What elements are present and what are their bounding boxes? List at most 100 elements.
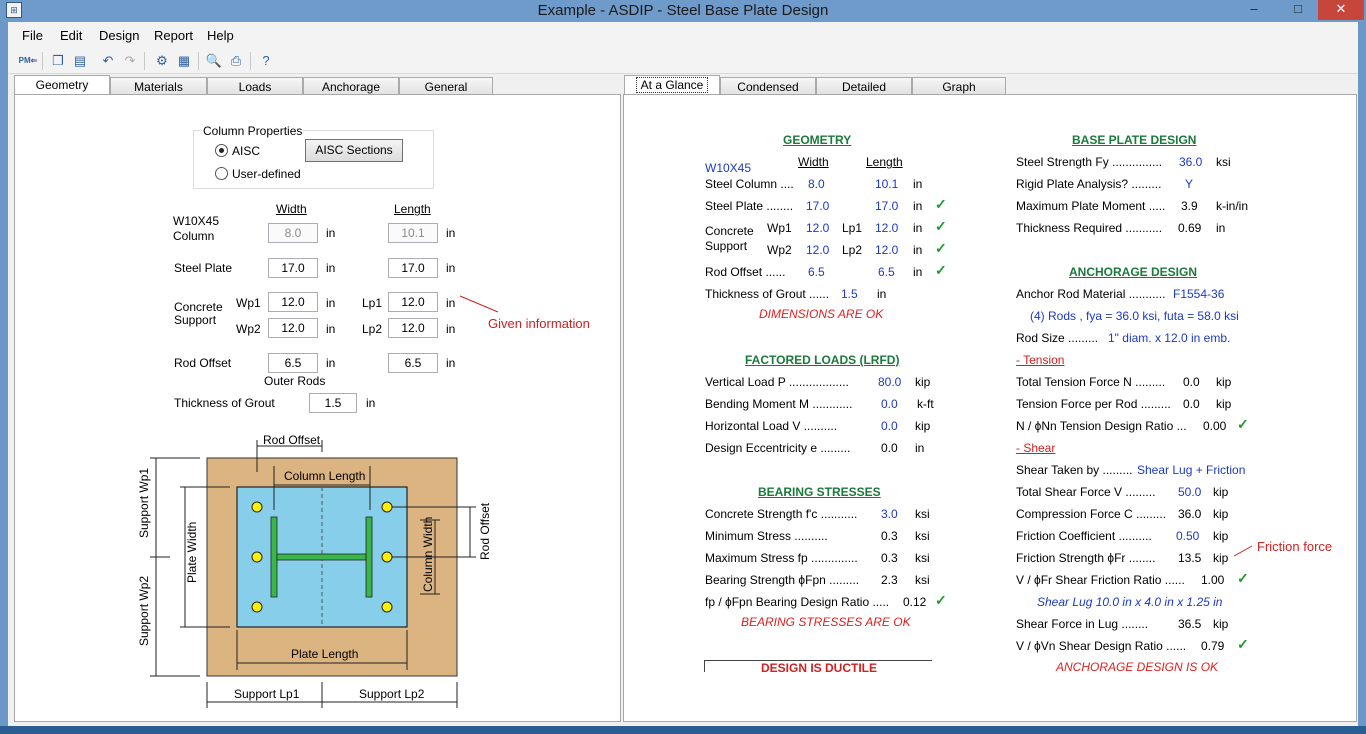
plate-width-field[interactable]: 17.0 [268, 258, 318, 278]
unit-label: in [877, 287, 887, 301]
tab-geometry-label: Geometry [35, 78, 89, 92]
minimize-button[interactable]: – [1232, 0, 1276, 20]
drawing-rod-offset-top: Rod Offset [263, 433, 321, 447]
tension-row-value: 0.0 [1183, 397, 1200, 411]
shear-row-label: Total Shear Force V ......... [1016, 485, 1156, 499]
lp1-label: Lp1 [362, 296, 383, 310]
print-icon[interactable]: ⎙ [226, 51, 246, 71]
load-row-unit: in [915, 441, 925, 455]
tension-ratio-value: 0.00 [1203, 419, 1227, 433]
anchor-material-label: Anchor Rod Material ........... [1016, 287, 1166, 301]
tension-ratio-label: N / ϕNn Tension Design Ratio ... [1016, 419, 1187, 433]
unit-label: in [913, 265, 923, 279]
shear-row-value: 50.0 [1178, 485, 1202, 499]
load-row-value: 0.0 [881, 397, 898, 411]
bearing-row-unit: ksi [915, 529, 930, 543]
menu-edit[interactable]: Edit [60, 28, 82, 43]
paste-icon[interactable]: ▤ [70, 51, 90, 71]
load-row-label: Bending Moment M ............ [705, 397, 853, 411]
friction-ratio-label: V / ϕFr Shear Friction Ratio ...... [1016, 573, 1185, 587]
anchorage-design-heading: ANCHORAGE DESIGN [1069, 265, 1198, 279]
section-name: W10X45 [173, 214, 220, 228]
wp2-value: 12.0 [806, 243, 830, 257]
aisc-radio[interactable] [215, 144, 228, 157]
wp1-field[interactable]: 12.0 [268, 292, 318, 312]
help-icon[interactable]: ? [256, 51, 276, 71]
drawing-plate-width: Plate Width [185, 522, 199, 583]
plate-width-value: 17.0 [806, 199, 830, 213]
rod-offset-width-field[interactable]: 6.5 [268, 353, 318, 373]
unit-label: in [326, 356, 336, 370]
menu-bar: File Edit Design Report Help [8, 22, 1358, 48]
close-button[interactable]: ✕ [1318, 0, 1364, 20]
grout-value: 1.5 [841, 287, 858, 301]
bearing-row-value: 0.3 [881, 551, 898, 565]
divider-line [704, 660, 705, 672]
taskbar [0, 726, 1366, 734]
support-label: Support [174, 313, 217, 327]
unit-label: in [326, 226, 336, 240]
lug-force-label: Shear Force in Lug ........ [1016, 617, 1149, 631]
shear-row-value: 0.50 [1176, 529, 1200, 543]
column-label: Column [173, 229, 215, 243]
geometry-heading: GEOMETRY [783, 133, 852, 147]
dimensions-ok-status: DIMENSIONS ARE OK [759, 307, 884, 321]
plate-row-value: 36.0 [1179, 155, 1203, 169]
check-icon: ✓ [935, 218, 947, 234]
load-row-unit: kip [915, 419, 931, 433]
anchor-rods-summary: (4) Rods , fya = 36.0 ksi, futa = 58.0 k… [1030, 309, 1239, 323]
steel-column-label: Steel Column .... [705, 177, 794, 191]
unit-label: in [446, 296, 456, 310]
column-width-field[interactable]: 8.0 [268, 223, 318, 243]
menu-file[interactable]: File [22, 28, 43, 43]
calculate-icon[interactable]: ⚙ [152, 51, 172, 71]
plate-length-field[interactable]: 17.0 [388, 258, 438, 278]
menu-help[interactable]: Help [207, 28, 234, 43]
check-icon: ✓ [1237, 570, 1249, 586]
column-length-field[interactable]: 10.1 [388, 223, 438, 243]
plate-row-value: 3.9 [1181, 199, 1198, 213]
check-icon: ✓ [1237, 416, 1249, 432]
rod-offset-length-field[interactable]: 6.5 [388, 353, 438, 373]
tension-row-label: Total Tension Force N ......... [1016, 375, 1166, 389]
user-defined-radio[interactable] [215, 167, 228, 180]
bearing-row-label: Maximum Stress fp .............. [705, 551, 858, 565]
check-icon: ✓ [935, 262, 947, 278]
bearing-row-unit: ksi [915, 507, 930, 521]
lp1-field[interactable]: 12.0 [388, 292, 438, 312]
load-row-value: 80.0 [878, 375, 902, 389]
undo-icon[interactable]: ↶ [98, 51, 118, 71]
grout-thickness-field[interactable]: 1.5 [309, 393, 357, 413]
lp2-field[interactable]: 12.0 [388, 318, 438, 338]
copy-icon[interactable]: ❐ [48, 51, 68, 71]
bearing-ok-status: BEARING STRESSES ARE OK [741, 615, 911, 629]
preview-icon[interactable]: 🔍 [204, 51, 224, 71]
annotation-line [459, 295, 499, 313]
lug-force-unit: kip [1213, 617, 1229, 631]
redo-icon[interactable]: ↷ [120, 51, 140, 71]
base-plate-drawing: Rod Offset Column Length Support Wp1 Sup… [137, 433, 492, 708]
maximize-button[interactable]: □ [1276, 0, 1320, 20]
concrete-label: Concrete [705, 224, 754, 238]
anchor-rod [381, 551, 393, 563]
shear-row-unit: kip [1213, 529, 1229, 543]
wp2-label: Wp2 [767, 243, 792, 257]
shear-row-value: 36.0 [1178, 507, 1202, 521]
project-manager-icon[interactable]: PM⇐ [18, 51, 38, 71]
toolbar: PM⇐ ❐ ▤ ↶ ↷ ⚙ ▦ 🔍 ⎙ ? [8, 48, 1358, 74]
outer-rods-label: Outer Rods [264, 374, 326, 388]
unit-label: in [446, 226, 456, 240]
menu-report[interactable]: Report [154, 28, 193, 43]
aisc-sections-button[interactable]: AISC Sections [305, 139, 403, 162]
wp2-field[interactable]: 12.0 [268, 318, 318, 338]
check-icon: ✓ [1237, 636, 1249, 652]
tab-at-a-glance[interactable]: At a Glance [624, 75, 720, 96]
lp2-label: Lp2 [842, 243, 863, 257]
tab-geometry[interactable]: Geometry [14, 75, 110, 96]
drawing-support-wp2: Support Wp2 [137, 576, 151, 646]
report-icon[interactable]: ▦ [174, 51, 194, 71]
tension-row-label: Tension Force per Rod ......... [1016, 397, 1171, 411]
menu-design[interactable]: Design [99, 28, 139, 43]
length-header: Length [866, 155, 903, 169]
load-row-value: 0.0 [881, 419, 898, 433]
